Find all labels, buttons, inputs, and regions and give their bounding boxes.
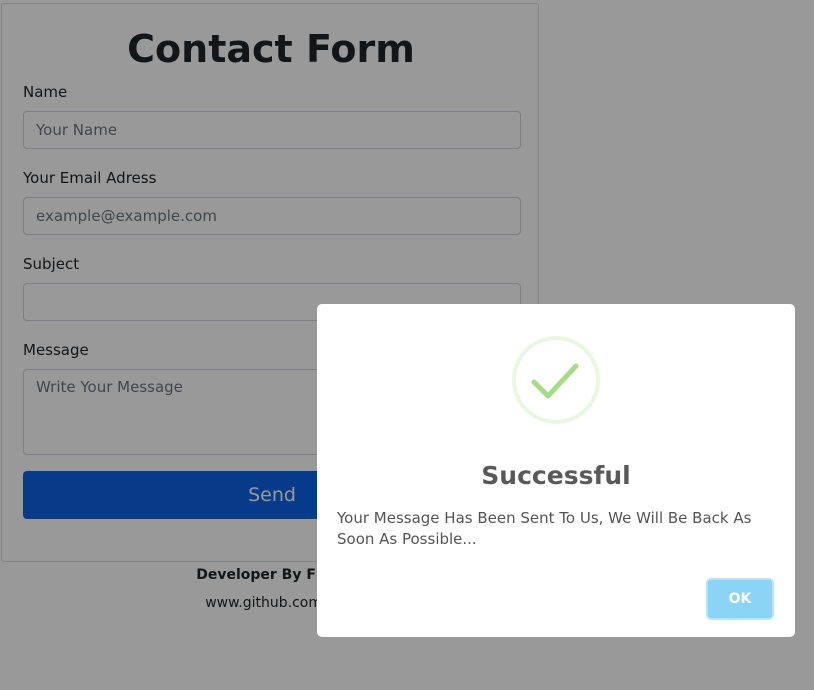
dialog-title: Successful <box>481 461 631 490</box>
dialog-message: Your Message Has Been Sent To Us, We Wil… <box>337 509 752 548</box>
success-dialog: Successful Your Message Has Been Sent To… <box>317 304 795 637</box>
success-check-icon <box>512 336 600 424</box>
page: Contact Form Name Your Email Adress Subj… <box>0 0 814 690</box>
ok-button[interactable]: OK <box>706 578 774 620</box>
